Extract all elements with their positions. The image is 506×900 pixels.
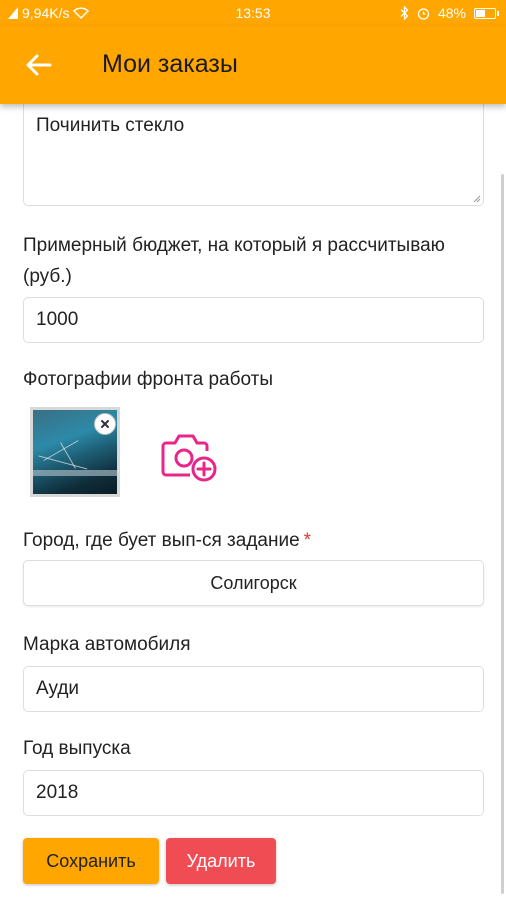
page-title: Мои заказы — [102, 50, 238, 78]
save-button[interactable]: Сохранить — [23, 838, 159, 884]
description-value: Починить стекло — [36, 115, 185, 136]
delete-button[interactable]: Удалить — [166, 838, 276, 884]
battery-fill — [476, 9, 485, 17]
status-bar-right: 48% — [400, 5, 499, 21]
battery-icon — [474, 7, 499, 19]
car-brand-label: Марка автомобиля — [23, 634, 191, 655]
bluetooth-icon — [400, 6, 409, 20]
add-photo-icon — [161, 434, 217, 482]
remove-photo-button[interactable] — [94, 413, 116, 435]
resize-grip-icon[interactable] — [471, 193, 481, 203]
alarm-icon — [417, 7, 430, 20]
budget-label: Примерный бюджет, на который я рассчитыв… — [23, 235, 445, 287]
back-arrow-icon — [26, 54, 52, 76]
status-bar: 9,94K/s 13:53 48% — [0, 0, 506, 26]
order-form: Починить стекло Примерный бюджет, на кот… — [0, 104, 506, 900]
year-input[interactable]: 2018 — [23, 770, 484, 816]
city-label-text: Город, где бует вып-ся задание — [23, 530, 300, 551]
close-icon — [101, 420, 109, 428]
battery-percent: 48% — [437, 5, 466, 21]
budget-input[interactable]: 1000 — [23, 297, 484, 343]
city-label: Город, где бует вып-ся задание * — [23, 525, 311, 556]
add-photo-button[interactable] — [160, 429, 218, 485]
scrollbar[interactable] — [501, 174, 504, 894]
car-brand-input[interactable]: Ауди — [23, 666, 484, 712]
description-textarea[interactable]: Починить стекло — [23, 104, 484, 206]
photo-thumbnail[interactable] — [30, 407, 120, 497]
app-bar: Мои заказы — [0, 26, 506, 104]
back-button[interactable] — [22, 48, 56, 82]
required-mark: * — [303, 530, 312, 551]
photos-label: Фотографии фронта работы — [23, 369, 273, 390]
city-select[interactable]: Солигорск — [23, 560, 484, 606]
year-label: Год выпуска — [23, 738, 131, 759]
